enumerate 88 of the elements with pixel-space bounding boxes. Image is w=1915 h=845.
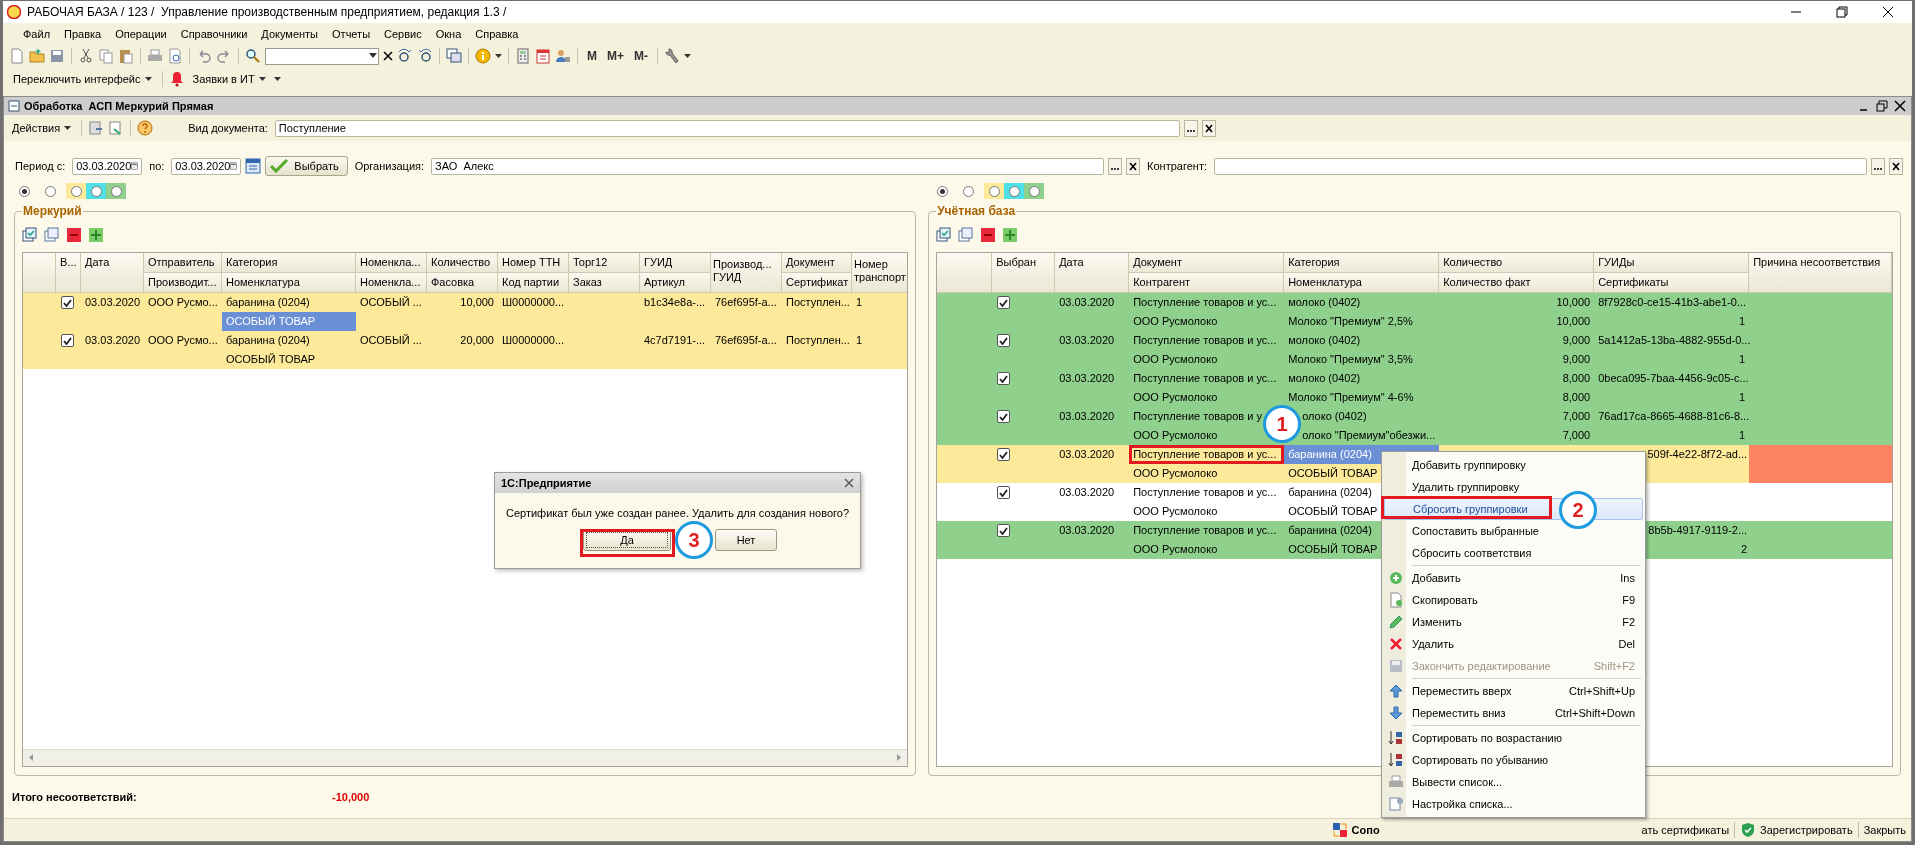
table-cell-text: b1c34e8a-... <box>643 295 707 310</box>
table-cell-text: 7,000 <box>1561 409 1592 424</box>
table-cell-text: Поступление товаров и у <box>1132 409 1263 424</box>
table-cell-text: Поступление товаров и ус... <box>1132 523 1278 538</box>
table-cell-text: 9,000 <box>1561 333 1592 348</box>
table-cell-text: 76ef695f-a... <box>714 333 778 348</box>
table-cell-text: Поступление товаров и ус... <box>1132 371 1278 386</box>
table-cell-text: баранина (0204) <box>225 333 311 348</box>
table-cell-text: ОСОБЫЙ ТОВАР <box>1287 542 1379 557</box>
totals-label: Итого несоответствий: <box>12 791 138 803</box>
table-cell-text: 4c7d7191-... <box>643 333 707 348</box>
table-cell: ОСОБЫЙ ТОВАР <box>222 312 356 331</box>
field-label: по: <box>148 160 166 172</box>
table-cell-text: ООО Русмолоко <box>1132 542 1219 557</box>
table-cell-text: 76ad17ca-8665-4688-81c6-8... <box>1597 409 1751 424</box>
table-cell-text: Поступлен... <box>785 333 851 348</box>
field-label: Период с: <box>14 160 67 172</box>
window-title: РАБОЧАЯ БАЗА / 123 / Управление производственным предприятием, редакция 1.3 / <box>27 5 508 19</box>
table-cell-text: Молоко "Премиум" 2,5% <box>1287 314 1414 329</box>
table-cell-text: 03.03.2020 <box>1058 485 1116 500</box>
table-cell-text: ООО Русмолоко <box>1132 390 1219 405</box>
table-cell-text: 1 <box>1738 314 1747 329</box>
form-title: Обработка АСП Меркурий Прямая <box>24 100 215 112</box>
table-cell-text: олоко (0402) <box>1301 409 1368 424</box>
table-cell-text: 03.03.2020 <box>84 295 142 310</box>
table-cell-text: Поступлен... <box>785 295 851 310</box>
table-cell-text: 03.03.2020 <box>1058 447 1116 462</box>
table-cell-text: ООО Русмо... <box>147 295 219 310</box>
table-cell-text: баранина (0204) <box>1287 523 1373 538</box>
table-cell-text: 2 <box>1740 542 1749 557</box>
dialog-message: Сертификат был уже создан ранее. Удалить для создания нового? <box>504 507 850 519</box>
table-cell-text: 1 <box>1738 352 1747 367</box>
table-cell-text: 76ef695f-a... <box>714 295 778 310</box>
table-cell-text: 10,000 <box>459 295 495 310</box>
table-cell: Поступление товаров и ус... <box>1129 445 1285 464</box>
table-cell-text: молоко (0402) <box>1287 371 1362 386</box>
table-cell-text: 1 <box>1738 428 1747 443</box>
table-cell-text: 03.03.2020 <box>84 333 142 348</box>
table-cell-text: 03.03.2020 <box>1058 295 1116 310</box>
table-cell-text: баранина (0204) <box>225 295 311 310</box>
table-cell-text: ООО Русмо... <box>147 333 219 348</box>
table-cell-text: молоко (0402) <box>1287 333 1362 348</box>
table-cell-text: 5a1412a5-13ba-4882-955d-0... <box>1597 333 1752 348</box>
table-cell-text: 03.03.2020 <box>1058 523 1116 538</box>
field-label: Контрагент: <box>1146 160 1208 172</box>
table-cell-text: ООО Русмолоко <box>1132 504 1219 519</box>
group-title: Меркурий <box>22 204 83 218</box>
table-cell-text: ООО Русмолоко <box>1132 352 1219 367</box>
field-label: Вид документа: <box>187 122 269 134</box>
table-cell-text: Молоко "Премиум" 3,5% <box>1287 352 1414 367</box>
table-cell-text: 20,000 <box>459 333 495 348</box>
table-cell-text: 7,000 <box>1561 428 1592 443</box>
table-cell-text: 8,000 <box>1561 371 1592 386</box>
table-cell-text: 0beca095-7baa-4456-9c05-c... <box>1597 371 1750 386</box>
table-cell-text: ОСОБЫЙ ТОВАР <box>1287 504 1379 519</box>
table-cell-text: 509f-4e22-8f72-ad... <box>1646 447 1749 462</box>
table-cell-text: ОСОБЫЙ ... <box>359 333 423 348</box>
table-cell-text: Поступление товаров и ус... <box>1132 485 1278 500</box>
table-cell-text: молоко (0402) <box>1287 295 1362 310</box>
table-cell-text: 1 <box>855 295 864 310</box>
table-cell-text: ОСОБЫЙ ТОВАР <box>1287 466 1379 481</box>
table-cell-text: 1 <box>855 333 864 348</box>
table-cell-text: ООО Русмолоко <box>1132 428 1219 443</box>
table-cell-text: 03.03.2020 <box>1058 333 1116 348</box>
table-cell-text: 03.03.2020 <box>1058 371 1116 386</box>
table-cell-text: 10,000 <box>1555 314 1592 329</box>
table-cell-text: баранина (0204) <box>1287 485 1373 500</box>
table-cell-text: ОСОБЫЙ ... <box>359 295 423 310</box>
table-cell-text: Молоко "Премиум" 4-6% <box>1287 390 1415 405</box>
group-title: Учётная база <box>936 204 1017 218</box>
table-cell-text: олоко "Премиум"обезжи... <box>1301 428 1437 443</box>
dialog-title: 1С:Предприятие <box>501 477 592 489</box>
table-cell-text: 9,000 <box>1561 352 1592 367</box>
table-cell-text: 03.03.2020 <box>1058 409 1116 424</box>
table-cell-text: ОСОБЫЙ ТОВАР <box>225 352 317 367</box>
table-cell-text: 1 <box>1738 390 1747 405</box>
table-cell-text: Ш0000000... <box>501 333 566 348</box>
table-cell-text: Поступление товаров и ус... <box>1132 295 1278 310</box>
table-cell-text: 8,000 <box>1561 390 1592 405</box>
table-cell-text: 10,000 <box>1555 295 1592 310</box>
table-cell-text: 8f7928c0-ce15-41b3-abe1-0... <box>1597 295 1748 310</box>
totals-value: -10,000 <box>332 791 370 803</box>
table-cell-text: Ш0000000... <box>501 295 566 310</box>
table-cell-text: ООО Русмолоко <box>1132 314 1219 329</box>
table-cell-text: 8b5b-4917-9119-2... <box>1647 523 1749 538</box>
table-cell-text: Поступление товаров и ус... <box>1132 333 1278 348</box>
field-label: Организация: <box>353 160 426 172</box>
table-cell-text: ООО Русмолоко <box>1132 466 1219 481</box>
